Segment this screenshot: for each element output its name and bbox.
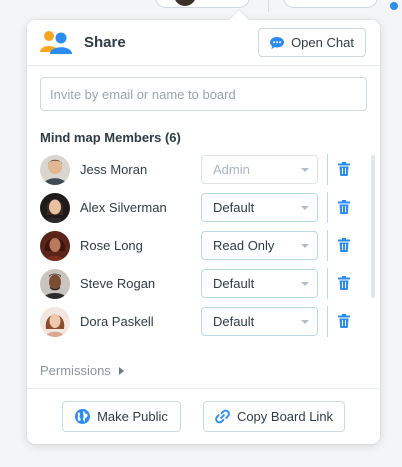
make-public-label: Make Public xyxy=(97,409,168,424)
avatar xyxy=(40,231,70,261)
member-name: Steve Rogan xyxy=(80,276,156,291)
member-name: Jess Moran xyxy=(80,162,148,177)
role-value: Default xyxy=(213,200,255,215)
share-panel: Share Open Chat Mind map Members (6) Jes… xyxy=(27,10,380,444)
divider xyxy=(327,306,328,337)
role-select: Admin xyxy=(201,155,318,184)
role-value: Default xyxy=(213,314,255,329)
copy-board-link-label: Copy Board Link xyxy=(236,409,334,424)
member-name: Dora Paskell xyxy=(80,314,154,329)
avatar xyxy=(40,155,70,185)
link-icon xyxy=(215,409,230,424)
divider xyxy=(327,230,328,261)
trash-icon[interactable] xyxy=(338,200,350,214)
role-select[interactable]: Default xyxy=(201,307,318,336)
panel-title: Share xyxy=(84,34,126,51)
role-select[interactable]: Read Only xyxy=(201,231,318,260)
member-row: Steve Rogan Default xyxy=(40,268,360,300)
globe-icon xyxy=(75,409,91,424)
permissions-toggle[interactable]: Permissions xyxy=(40,363,124,378)
share-header: Share Open Chat xyxy=(27,20,380,66)
role-select[interactable]: Default xyxy=(201,269,318,298)
permissions-label: Permissions xyxy=(40,363,111,378)
member-name: Rose Long xyxy=(80,238,143,253)
member-name: Alex Silverman xyxy=(80,200,167,215)
chat-bubble-icon xyxy=(270,36,285,49)
avatar xyxy=(40,307,70,337)
board-users-pill[interactable] xyxy=(155,0,250,8)
member-row: Jess Moran Admin xyxy=(40,154,360,186)
share-footer: Make Public Copy Board Link xyxy=(27,388,380,444)
toolbar-divider xyxy=(268,0,269,12)
chevron-right-icon xyxy=(118,366,124,375)
trash-icon[interactable] xyxy=(338,276,350,290)
member-row: Dora Paskell Default xyxy=(40,306,360,338)
copy-board-link-button[interactable]: Copy Board Link xyxy=(203,401,345,432)
open-chat-button[interactable]: Open Chat xyxy=(258,28,366,57)
divider xyxy=(327,154,328,185)
divider xyxy=(327,268,328,299)
invite-input[interactable] xyxy=(40,77,367,111)
divider xyxy=(327,192,328,223)
members-heading: Mind map Members (6) xyxy=(40,130,181,145)
notification-dot xyxy=(390,2,398,10)
chevron-down-icon xyxy=(301,244,309,248)
trash-icon[interactable] xyxy=(338,314,350,328)
chevron-down-icon xyxy=(301,168,309,172)
chevron-down-icon xyxy=(301,282,309,286)
trash-icon[interactable] xyxy=(338,162,350,176)
open-chat-label: Open Chat xyxy=(291,35,354,50)
member-row: Alex Silverman Default xyxy=(40,192,360,224)
background-toolbar xyxy=(0,0,402,14)
avatar xyxy=(40,193,70,223)
role-value: Admin xyxy=(213,162,250,177)
trash-icon[interactable] xyxy=(338,238,350,252)
make-public-button[interactable]: Make Public xyxy=(62,401,181,432)
role-value: Read Only xyxy=(213,238,275,253)
toolbar-button[interactable] xyxy=(283,0,378,8)
users-icon xyxy=(40,31,72,54)
avatar xyxy=(40,269,70,299)
role-value: Default xyxy=(213,276,255,291)
members-scrollbar[interactable] xyxy=(371,155,375,298)
chevron-down-icon xyxy=(301,320,309,324)
role-select[interactable]: Default xyxy=(201,193,318,222)
member-row: Rose Long Read Only xyxy=(40,230,360,262)
chevron-down-icon xyxy=(301,206,309,210)
